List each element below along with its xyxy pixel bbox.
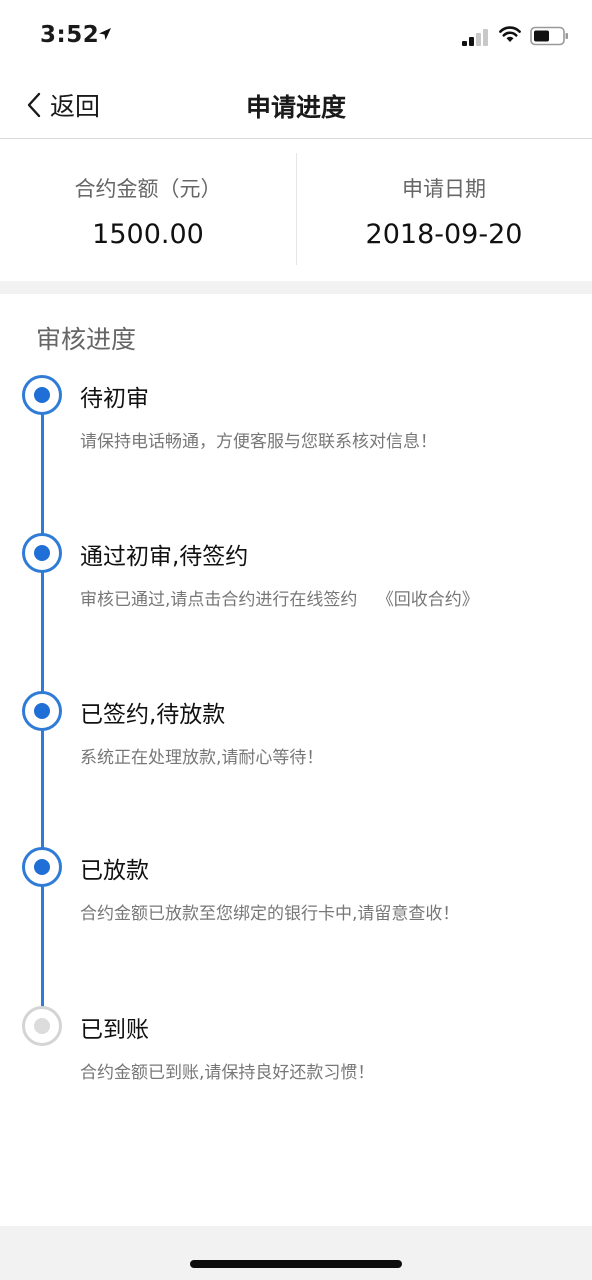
timeline-step-2: 通过初审,待签约 审核已通过,请点击合约进行在线签约 《回收合约》 xyxy=(0,533,592,623)
location-arrow-icon xyxy=(99,28,111,40)
timeline-step-4: 已放款 合约金额已放款至您绑定的银行卡中,请留意查收！ xyxy=(0,847,592,937)
step-title: 通过初审,待签约 xyxy=(80,544,249,570)
status-bar: 3:52 xyxy=(0,0,592,72)
step-title: 已到账 xyxy=(80,1017,149,1043)
page-title: 申请进度 xyxy=(245,93,346,122)
home-indicator-area xyxy=(0,1226,592,1280)
step-status-dot xyxy=(22,847,62,887)
battery-icon xyxy=(530,26,568,46)
section-separator xyxy=(0,281,592,294)
amount-summary: 合约金额（元） 1500.00 xyxy=(0,139,296,281)
step-title: 已放款 xyxy=(80,858,149,884)
home-indicator[interactable] xyxy=(190,1260,402,1268)
step-description: 系统正在处理放款,请耐心等待！ xyxy=(80,748,324,768)
date-summary: 申请日期 2018-09-20 xyxy=(296,139,592,281)
step-status-dot xyxy=(22,1006,62,1046)
step-description: 审核已通过,请点击合约进行在线签约 《回收合约》 xyxy=(80,585,479,610)
step-status-dot xyxy=(22,375,62,415)
nav-bar: 返回 申请进度 xyxy=(0,72,592,139)
amount-label: 合约金额（元） xyxy=(74,177,222,201)
review-progress: 审核进度 待初审 请保持电话畅通，方便客服与您联系核对信息！ 通过初审,待签约 … xyxy=(0,294,592,1226)
cellular-signal-icon xyxy=(462,29,488,46)
timeline-step-5: 已到账 合约金额已到账,请保持良好还款习惯！ xyxy=(0,1006,592,1096)
timeline-step-1: 待初审 请保持电话畅通，方便客服与您联系核对信息！ xyxy=(0,375,592,465)
step-description: 请保持电话畅通，方便客服与您联系核对信息！ xyxy=(80,432,437,452)
contract-link[interactable]: 《回收合约》 xyxy=(377,590,479,610)
section-title: 审核进度 xyxy=(36,325,137,354)
step-title: 待初审 xyxy=(80,386,149,412)
date-value: 2018-09-20 xyxy=(365,219,523,250)
step-title: 已签约,待放款 xyxy=(80,702,226,728)
contract-summary: 合约金额（元） 1500.00 申请日期 2018-09-20 xyxy=(0,139,592,281)
timeline-step-3: 已签约,待放款 系统正在处理放款,请耐心等待！ xyxy=(0,691,592,781)
step-description: 合约金额已到账,请保持良好还款习惯！ xyxy=(80,1063,375,1083)
step-status-dot xyxy=(22,533,62,573)
status-time: 3:52 xyxy=(40,22,100,48)
amount-value: 1500.00 xyxy=(92,219,204,250)
step-description: 合约金额已放款至您绑定的银行卡中,请留意查收！ xyxy=(80,904,460,924)
wifi-icon xyxy=(499,26,521,42)
date-label: 申请日期 xyxy=(402,177,486,201)
step-description-text: 审核已通过,请点击合约进行在线签约 xyxy=(80,590,358,610)
step-status-dot xyxy=(22,691,62,731)
